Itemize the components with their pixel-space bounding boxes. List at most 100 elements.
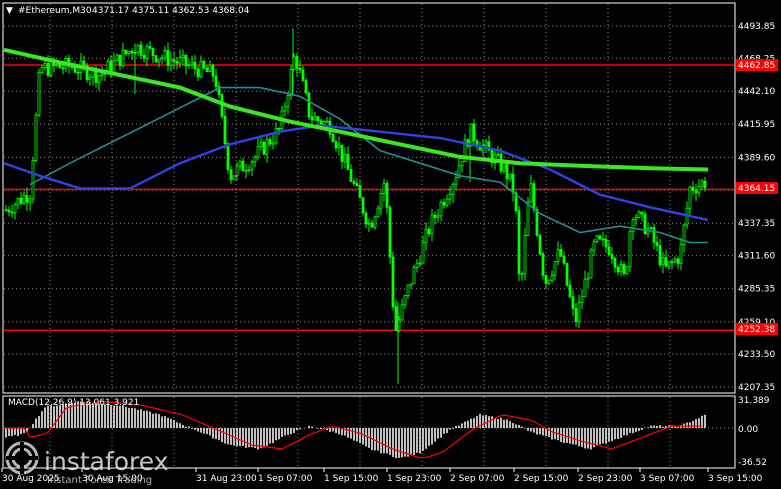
macd-bar [437, 428, 439, 439]
macd-bar [569, 428, 571, 444]
macd-bar [131, 408, 133, 428]
macd-bar [662, 426, 664, 428]
macd-bar [137, 409, 139, 428]
macd-bar [551, 428, 553, 440]
candle [307, 92, 311, 120]
candle [589, 247, 593, 279]
macd-bar [155, 413, 157, 428]
macd-bar [32, 423, 34, 428]
macd-bar [605, 428, 607, 444]
macd-label: MACD(12,26,9) 13.061 3.921 [8, 398, 139, 408]
candle [523, 228, 527, 281]
macd-bar [395, 428, 397, 459]
macd-bar [389, 428, 391, 455]
macd-bar [392, 428, 394, 457]
macd-bar [653, 425, 655, 428]
resistance-price: 4462.85 [738, 61, 775, 71]
macd-bar [485, 414, 487, 428]
macd-bar [449, 428, 451, 430]
macd-bar [617, 428, 619, 440]
macd-bar [194, 428, 196, 430]
time-label: 2 Sep 23:00 [578, 474, 633, 484]
macd-bar [11, 428, 13, 436]
macd-bar [623, 428, 625, 436]
macd-bar [287, 428, 289, 435]
macd-bar [596, 428, 598, 446]
macd-bar [167, 417, 169, 428]
price-tick: 4389.60 [738, 153, 775, 163]
candle [598, 234, 602, 240]
macd-bar [419, 428, 421, 454]
macd-bar [164, 416, 166, 428]
macd-bar [269, 428, 271, 444]
macd-bar [542, 428, 544, 436]
macd-bar [533, 428, 535, 433]
macd-bar [416, 428, 418, 453]
macd-bar [458, 425, 460, 428]
macd-bar [173, 419, 175, 428]
macd-bar [350, 428, 352, 439]
price-tick: 4233.50 [738, 350, 775, 360]
candle [565, 262, 569, 287]
macd-bar [311, 426, 313, 428]
macd-bar [152, 413, 154, 428]
macd-bar [149, 411, 151, 428]
macd-bar [443, 428, 445, 434]
macd-bar [191, 428, 193, 429]
macd-bar [464, 421, 466, 428]
macd-bar [161, 416, 163, 428]
header-arrow[interactable]: ▼ [6, 6, 13, 16]
price-chart[interactable]: ▼ #Ethereum,M30 4371.17 4375.11 4362.53 … [0, 0, 781, 489]
macd-bar [500, 417, 502, 428]
macd-bar [260, 428, 262, 449]
macd-bar [209, 428, 211, 436]
macd-bar [362, 428, 364, 445]
macd-bar [518, 425, 520, 428]
price-tick: 4493.85 [738, 22, 775, 32]
candle [643, 210, 647, 235]
macd-bar [266, 428, 268, 446]
macd-bar [587, 428, 589, 449]
macd-bar [119, 405, 121, 428]
macd-bar [686, 422, 688, 428]
macd-bar [692, 420, 694, 428]
macd-bar [566, 428, 568, 443]
macd-bar [407, 428, 409, 457]
macd-bar [626, 428, 628, 436]
candle [115, 53, 119, 61]
macd-bar [38, 415, 40, 428]
macd-bar [143, 410, 145, 428]
macd-bar [182, 425, 184, 428]
macd-bar [335, 428, 337, 433]
macd-bar [5, 428, 7, 438]
macd-bar [128, 407, 130, 428]
macd-bar [383, 428, 385, 454]
candle [262, 140, 266, 156]
macd-bar [398, 428, 400, 458]
watermark-tagline: Instant Forex Trading [47, 475, 152, 486]
macd-bar [227, 428, 229, 445]
macd-bar [590, 428, 592, 450]
macd-bar [8, 428, 10, 437]
macd-bar [290, 428, 292, 435]
macd-bar [35, 418, 37, 428]
macd-bar [572, 428, 574, 445]
price-tick: 4337.35 [738, 219, 775, 229]
macd-bar [14, 428, 16, 435]
macd-bar [158, 414, 160, 428]
macd-bar [299, 428, 301, 430]
macd-bar [554, 428, 556, 440]
macd-bar [497, 419, 499, 428]
macd-bar [353, 428, 355, 441]
macd-bar [134, 408, 136, 428]
macd-bar [281, 428, 283, 437]
macd-bar [200, 428, 202, 433]
macd-bar [320, 428, 322, 430]
watermark-brand: instaforex [44, 447, 169, 476]
macd-bar [536, 428, 538, 435]
time-label: 2 Sep 07:00 [450, 474, 505, 484]
macd-bar [284, 428, 286, 436]
macd-bar [275, 428, 277, 441]
candle [538, 233, 542, 256]
macd-bar [47, 405, 49, 428]
